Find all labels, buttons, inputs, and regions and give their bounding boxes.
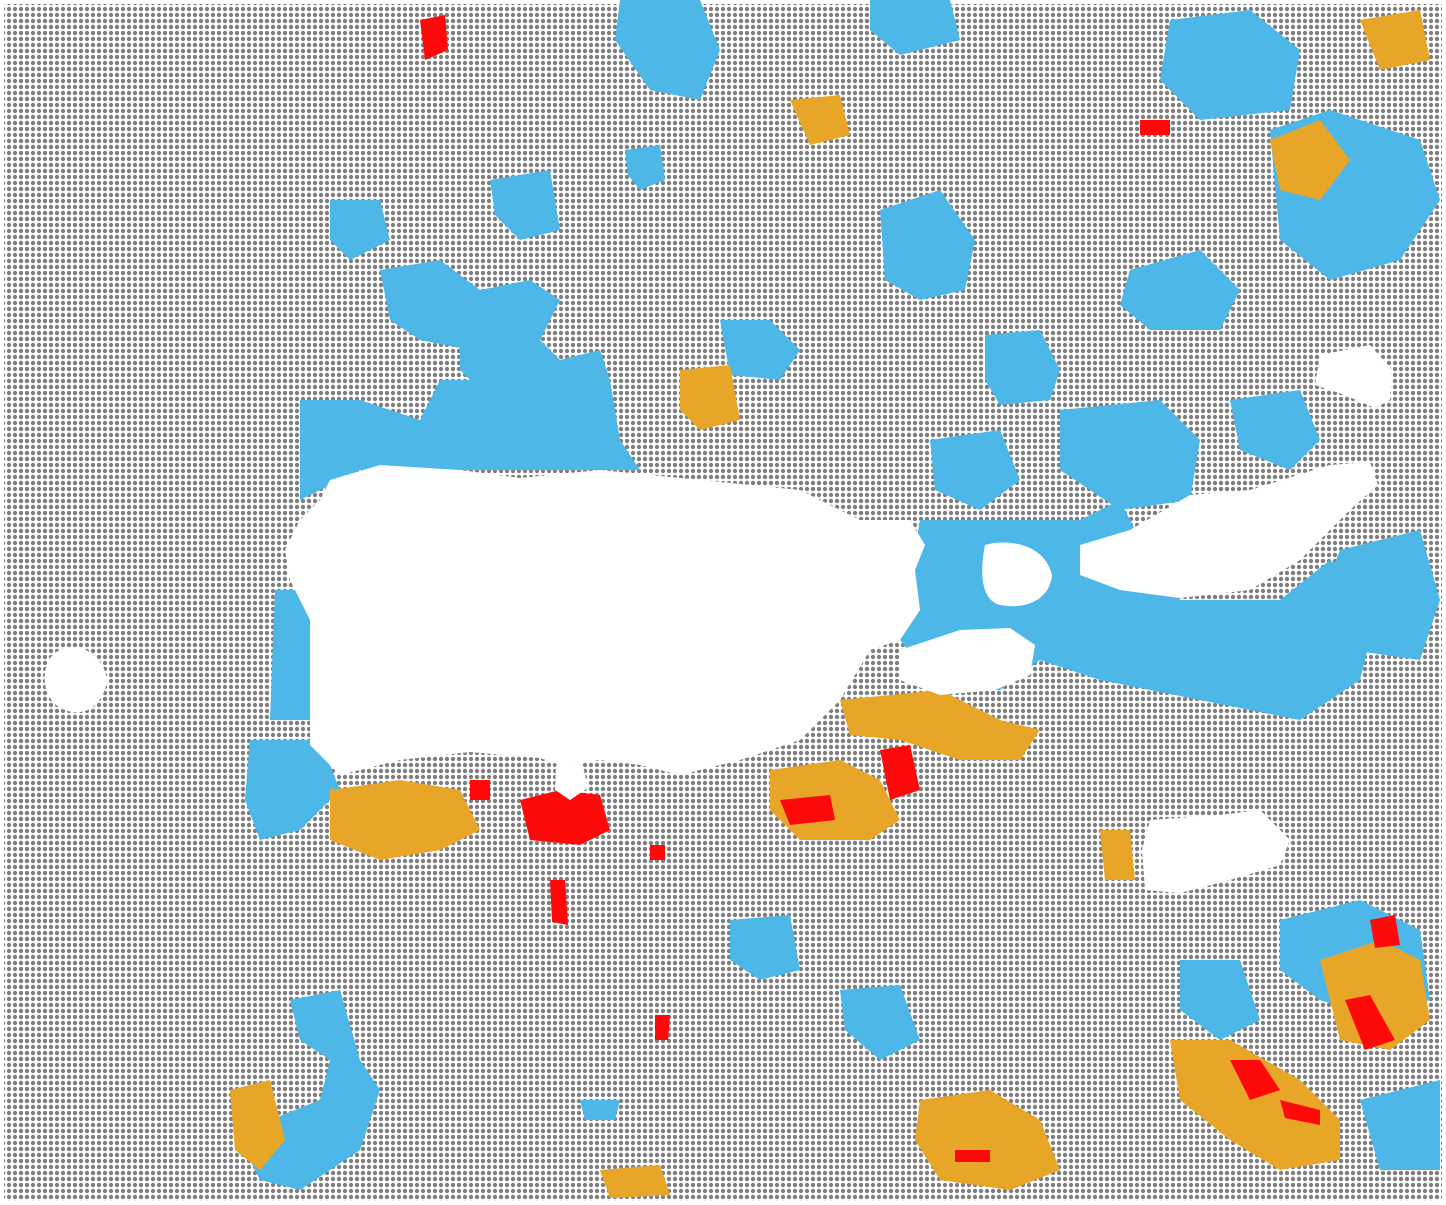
blue-region <box>270 590 310 720</box>
blue-region <box>580 1100 620 1120</box>
red-region <box>650 845 665 860</box>
red-region <box>1370 915 1400 948</box>
red-region <box>520 790 610 845</box>
orange-region <box>1100 830 1135 880</box>
dot-grid-map <box>0 0 1446 1205</box>
orange-region <box>600 1165 670 1198</box>
red-region <box>1140 120 1170 135</box>
red-region <box>955 1150 990 1162</box>
red-region <box>550 880 568 925</box>
red-region <box>655 1015 670 1040</box>
red-region <box>780 795 835 825</box>
map-svg <box>0 0 1446 1205</box>
red-region <box>470 780 490 800</box>
